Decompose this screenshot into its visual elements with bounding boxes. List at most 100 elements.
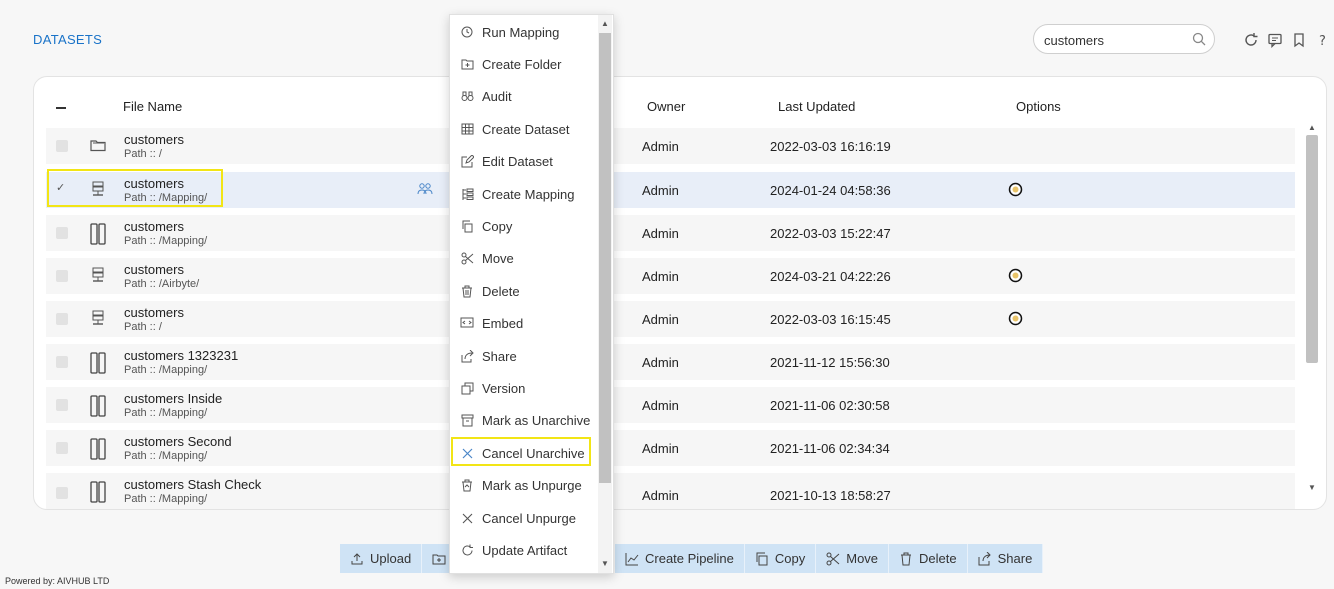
menu-item-cancel-unpurge[interactable]: Cancel Unpurge [460, 504, 576, 532]
embed-icon [460, 316, 474, 330]
file-path: Path :: /Mapping/ [124, 450, 208, 462]
row-checkbox[interactable] [56, 270, 68, 282]
menu-item-delete[interactable]: Delete [460, 277, 520, 305]
file-name[interactable]: customers [124, 132, 184, 147]
last-updated-cell: 2021-11-12 15:56:30 [770, 355, 890, 370]
table-row[interactable]: customers Stash Check Path :: /Mapping/ … [46, 473, 1295, 509]
column-last-updated[interactable]: Last Updated [778, 99, 855, 114]
share-button[interactable]: Share [968, 544, 1044, 573]
clock-icon[interactable] [1008, 311, 1023, 326]
trash-icon [460, 284, 474, 298]
scroll-up-icon[interactable]: ▲ [601, 19, 609, 28]
last-updated-cell: 2022-03-03 16:16:19 [770, 139, 891, 154]
table-scrollbar[interactable]: ▲ ▼ [1305, 121, 1319, 495]
bookmark-icon[interactable] [1291, 32, 1307, 48]
row-checkbox[interactable] [56, 399, 68, 411]
table-row[interactable]: customers Path :: /Airbyte/ Admin 2024-0… [46, 258, 1295, 294]
mapping-icon [460, 187, 474, 201]
trash-restore-icon [460, 478, 474, 492]
menu-item-copy[interactable]: Copy [460, 212, 512, 240]
menu-item-embed[interactable]: Embed [460, 309, 523, 337]
comment-icon[interactable] [1267, 32, 1283, 48]
file-name[interactable]: customers 1323231 [124, 348, 238, 363]
table-row[interactable]: customers Path :: / Admin 2022-03-03 16:… [46, 301, 1295, 337]
column-file-name[interactable]: File Name [123, 99, 182, 114]
last-updated-cell: 2021-11-06 02:30:58 [770, 398, 890, 413]
last-updated-cell: 2022-03-03 16:15:45 [770, 312, 891, 327]
menu-scrollbar[interactable]: ▲ ▼ [598, 15, 612, 573]
file-path: Path :: /Mapping/ [124, 235, 208, 247]
scrollbar-thumb[interactable] [599, 33, 611, 483]
columns-icon [89, 223, 107, 245]
bottom-toolbar-left: Upload [340, 544, 461, 573]
menu-item-audit[interactable]: Audit [460, 82, 512, 110]
row-checkbox[interactable] [56, 140, 68, 152]
file-name[interactable]: customers [124, 219, 184, 234]
file-name[interactable]: customers Inside [124, 391, 222, 406]
owner-cell: Admin [642, 139, 679, 154]
menu-item-update-artifact[interactable]: Update Artifact [460, 536, 567, 564]
menu-item-move[interactable]: Move [460, 244, 514, 272]
table-row[interactable]: customers Second Path :: /Mapping/ Admin… [46, 430, 1295, 466]
upload-button[interactable]: Upload [340, 544, 423, 573]
help-icon[interactable]: ? [1315, 32, 1331, 48]
clock-icon[interactable] [1008, 268, 1023, 283]
users-icon[interactable] [417, 182, 433, 196]
table-row-selected[interactable]: ✓ customers Path :: /Mapping/ Admin 2024… [46, 172, 1295, 208]
columns-icon [89, 438, 107, 460]
scroll-down-icon[interactable]: ▼ [1308, 483, 1316, 492]
menu-item-create-folder[interactable]: Create Folder [460, 50, 561, 78]
owner-cell: Admin [642, 488, 679, 503]
scrollbar-thumb[interactable] [1306, 135, 1318, 363]
table-row[interactable]: customers Path :: /Mapping/ Admin 2022-0… [46, 215, 1295, 251]
select-all-toggle[interactable] [56, 107, 66, 109]
refresh-icon[interactable] [1243, 32, 1259, 48]
copy-button[interactable]: Copy [745, 544, 817, 573]
row-checkbox[interactable] [56, 356, 68, 368]
create-pipeline-button[interactable]: Create Pipeline [615, 544, 745, 573]
menu-item-create-dataset[interactable]: Create Dataset [460, 115, 569, 143]
table-row[interactable]: customers Inside Path :: /Mapping/ Admin… [46, 387, 1295, 423]
owner-cell: Admin [642, 312, 679, 327]
menu-item-mark-as-unpurge[interactable]: Mark as Unpurge [460, 471, 582, 499]
table-header: File Name Owner Last Updated Options [34, 77, 1326, 135]
columns-icon [89, 395, 107, 417]
row-checkbox[interactable] [56, 487, 68, 499]
history-icon [460, 25, 474, 39]
server-icon [89, 309, 107, 327]
file-path: Path :: /Mapping/ [124, 407, 208, 419]
row-checkbox[interactable] [56, 313, 68, 325]
menu-item-edit-dataset[interactable]: Edit Dataset [460, 147, 553, 175]
owner-cell: Admin [642, 183, 679, 198]
clock-icon[interactable] [1008, 182, 1023, 197]
server-icon [89, 266, 107, 284]
last-updated-cell: 2021-10-13 18:58:27 [770, 488, 891, 503]
scroll-down-icon[interactable]: ▼ [601, 559, 609, 568]
search-input[interactable] [1042, 32, 1196, 49]
column-options: Options [1016, 99, 1061, 114]
table-row[interactable]: customers 1323231 Path :: /Mapping/ Admi… [46, 344, 1295, 380]
row-checkbox[interactable] [56, 227, 68, 239]
svg-text:?: ? [1319, 34, 1326, 48]
search-icon[interactable] [1192, 32, 1206, 46]
file-name[interactable]: customers Stash Check [124, 477, 261, 492]
menu-item-mark-as-unarchive[interactable]: Mark as Unarchive [460, 406, 590, 434]
file-path: Path :: / [124, 148, 162, 160]
menu-item-version[interactable]: Version [460, 374, 525, 402]
menu-item-share[interactable]: Share [460, 342, 517, 370]
row-checkbox[interactable] [56, 442, 68, 454]
menu-item-run-mapping[interactable]: Run Mapping [460, 18, 559, 46]
file-name[interactable]: customers [124, 262, 184, 277]
file-name[interactable]: customers [124, 305, 184, 320]
search-box[interactable] [1033, 24, 1215, 54]
folder-plus-icon [460, 57, 474, 71]
menu-item-create-mapping[interactable]: Create Mapping [460, 180, 575, 208]
header-actions: ? [1243, 32, 1331, 48]
file-name[interactable]: customers Second [124, 434, 232, 449]
bottom-toolbar-right: Create Pipeline Copy Move Delete Share [615, 544, 1044, 573]
column-owner[interactable]: Owner [647, 99, 685, 114]
move-button[interactable]: Move [816, 544, 890, 573]
delete-button[interactable]: Delete [889, 544, 968, 573]
scroll-up-icon[interactable]: ▲ [1308, 123, 1316, 132]
table-row[interactable]: customers Path :: / Admin 2022-03-03 16:… [46, 128, 1295, 164]
